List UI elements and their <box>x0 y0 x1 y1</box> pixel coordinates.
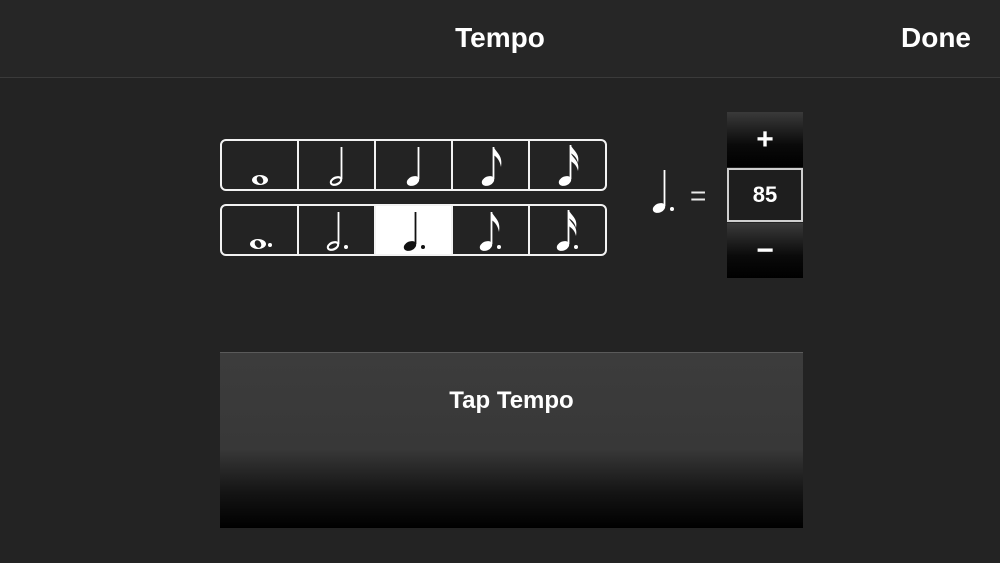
note-value-row-plain <box>220 139 607 191</box>
dotted-quarter-note-icon <box>652 170 674 213</box>
equals-sign: = <box>690 180 707 211</box>
half-note-icon <box>329 147 342 186</box>
note-option-eighth[interactable] <box>453 141 530 189</box>
dotted-eighth-note-icon <box>479 212 501 251</box>
note-option-dotted-half[interactable] <box>299 206 376 254</box>
decrease-tempo-button[interactable]: − <box>727 223 803 278</box>
dotted-whole-note-icon <box>249 239 272 249</box>
eighth-note-icon <box>481 147 501 186</box>
tempo-value-field[interactable]: 85 <box>727 168 803 222</box>
tap-tempo-button[interactable]: Tap Tempo <box>220 352 803 528</box>
note-option-quarter[interactable] <box>376 141 453 189</box>
increase-tempo-button[interactable]: + <box>727 112 803 167</box>
page-title: Tempo <box>455 22 545 53</box>
dotted-sixteenth-note-icon <box>556 210 578 251</box>
done-button[interactable]: Done <box>901 22 971 54</box>
note-option-dotted-quarter[interactable] <box>376 206 453 254</box>
note-option-dotted-whole[interactable] <box>222 206 299 254</box>
note-option-whole[interactable] <box>222 141 299 189</box>
note-option-sixteenth[interactable] <box>530 141 605 189</box>
navigation-bar: Tempo Done <box>0 0 1000 78</box>
quarter-note-icon <box>406 147 419 186</box>
note-value-row-dotted <box>220 204 607 256</box>
dotted-quarter-note-icon <box>403 212 425 251</box>
note-option-dotted-eighth[interactable] <box>453 206 530 254</box>
sixteenth-note-icon <box>558 145 578 186</box>
note-option-dotted-sixteenth[interactable] <box>530 206 605 254</box>
whole-note-icon <box>251 175 268 185</box>
dotted-half-note-icon <box>326 212 348 251</box>
tap-tempo-label: Tap Tempo <box>449 387 574 414</box>
tempo-stepper: + 85 − <box>727 112 803 278</box>
note-option-half[interactable] <box>299 141 376 189</box>
